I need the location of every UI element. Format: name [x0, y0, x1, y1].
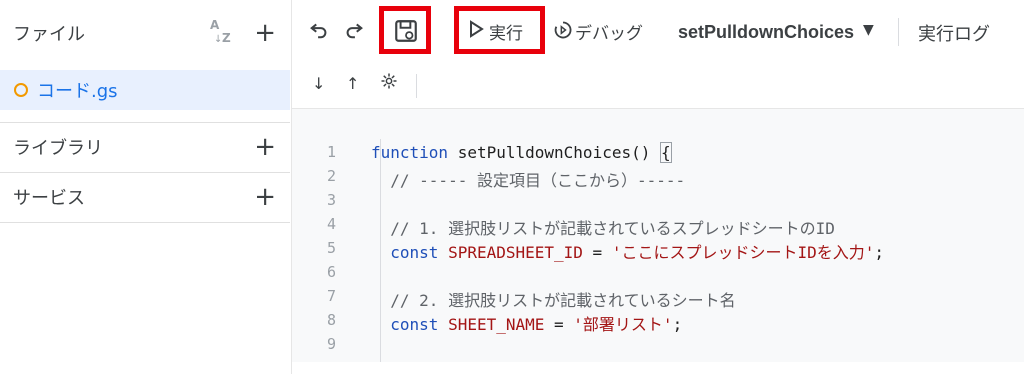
line-number: 2: [326, 167, 336, 185]
libraries-section: ライブラリ +: [0, 124, 290, 170]
code-text: const SHEET_NAME = '部署リスト';: [371, 311, 682, 335]
toolbar: 実行 デバッグ setPulldownChoices ▼ 実行ログ: [292, 0, 1024, 64]
line-number: 8: [326, 311, 336, 329]
line-number: 3: [326, 191, 336, 209]
divider: [0, 122, 290, 123]
save-icon[interactable]: [393, 18, 419, 50]
code-token: ;: [672, 315, 683, 334]
code-token: SHEET_NAME: [448, 315, 545, 334]
services-label: サービス: [13, 188, 85, 209]
code-token: =: [582, 243, 612, 262]
move-up-icon[interactable]: ↑: [346, 74, 359, 93]
code-text: function setPulldownChoices() {: [371, 142, 672, 163]
code-token: // ----- 設定項目（ここから）-----: [371, 171, 686, 190]
add-library-button[interactable]: +: [254, 134, 276, 160]
code-token: const: [371, 243, 449, 262]
code-text: // ----- 設定項目（ここから）-----: [371, 167, 685, 191]
code-token: 'ここにスプレッドシートIDを入力': [611, 243, 875, 262]
execution-log-button[interactable]: 実行ログ: [918, 20, 990, 46]
code-line[interactable]: 2 // ----- 設定項目（ここから）-----: [292, 167, 1024, 191]
line-number: 9: [326, 335, 336, 353]
code-token: {: [660, 142, 672, 163]
services-section: サービス +: [0, 174, 290, 220]
line-number: 6: [326, 263, 336, 281]
redo-icon[interactable]: [343, 18, 365, 46]
sort-az-icon[interactable]: A ↓ Z: [208, 18, 236, 48]
code-line[interactable]: 8 const SHEET_NAME = '部署リスト';: [292, 311, 1024, 335]
code-line[interactable]: 7 // 2. 選択肢リストが記載されているシート名: [292, 287, 1024, 311]
code-editor[interactable]: 1 function setPulldownChoices() {2 // ---…: [292, 109, 1024, 362]
code-token: SPREADSHEET_ID: [448, 243, 583, 262]
line-number: 4: [326, 215, 336, 233]
code-token: // 2. 選択肢リストが記載されているシート名: [371, 291, 736, 310]
add-service-button[interactable]: +: [254, 184, 276, 210]
files-header: ファイル A ↓ Z +: [0, 8, 290, 58]
line-number: 7: [326, 287, 336, 305]
toolbar-divider: [416, 74, 417, 98]
code-token: function: [371, 143, 458, 162]
sidebar: ファイル A ↓ Z + コード.gs ライブラリ + サービス +: [0, 0, 292, 374]
code-token: =: [544, 315, 574, 334]
code-text: // 2. 選択肢リストが記載されているシート名: [371, 287, 736, 311]
code-line[interactable]: 5 const SPREADSHEET_ID = 'ここにスプレッドシートIDを…: [292, 239, 1024, 263]
code-text: // 1. 選択肢リストが記載されているスプレッドシートのID: [371, 215, 835, 239]
divider: [0, 172, 290, 173]
settings-icon[interactable]: [380, 72, 398, 94]
editor-toolbar: ↓ ↑: [292, 64, 1024, 109]
code-token: const: [371, 315, 449, 334]
divider: [0, 222, 290, 223]
code-line[interactable]: 1 function setPulldownChoices() {: [292, 142, 1024, 167]
move-down-icon[interactable]: ↓: [312, 74, 325, 93]
code-line[interactable]: 9: [292, 335, 1024, 359]
function-select[interactable]: setPulldownChoices: [678, 22, 854, 43]
code-line[interactable]: 6: [292, 263, 1024, 287]
code-token: setPulldownChoices(): [457, 143, 660, 162]
code-text: const SPREADSHEET_ID = 'ここにスプレッドシートIDを入力…: [371, 239, 884, 263]
code-line[interactable]: 3: [292, 191, 1024, 215]
toolbar-divider: [898, 18, 899, 46]
unsaved-dot-icon: [14, 83, 28, 97]
undo-icon[interactable]: [308, 18, 330, 46]
apps-script-editor: ファイル A ↓ Z + コード.gs ライブラリ + サービス + 実行 デバ…: [0, 0, 1024, 374]
chevron-down-icon[interactable]: ▼: [863, 22, 874, 38]
line-number: 1: [326, 143, 336, 161]
libraries-label: ライブラリ: [13, 138, 103, 159]
debug-icon: [553, 20, 573, 46]
code-line[interactable]: 4 // 1. 選択肢リストが記載されているスプレッドシートのID: [292, 215, 1024, 239]
run-button[interactable]: 実行: [489, 19, 523, 44]
code-token: '部署リスト': [573, 315, 673, 334]
play-icon: [468, 19, 484, 44]
files-title: ファイル: [13, 24, 85, 45]
line-number: 5: [326, 239, 336, 257]
file-item-code-gs[interactable]: コード.gs: [0, 70, 290, 110]
file-name: コード.gs: [37, 81, 118, 102]
add-file-button[interactable]: +: [254, 20, 276, 46]
debug-button[interactable]: デバッグ: [575, 19, 643, 44]
code-token: // 1. 選択肢リストが記載されているスプレッドシートのID: [371, 219, 835, 238]
code-token: ;: [874, 243, 885, 262]
